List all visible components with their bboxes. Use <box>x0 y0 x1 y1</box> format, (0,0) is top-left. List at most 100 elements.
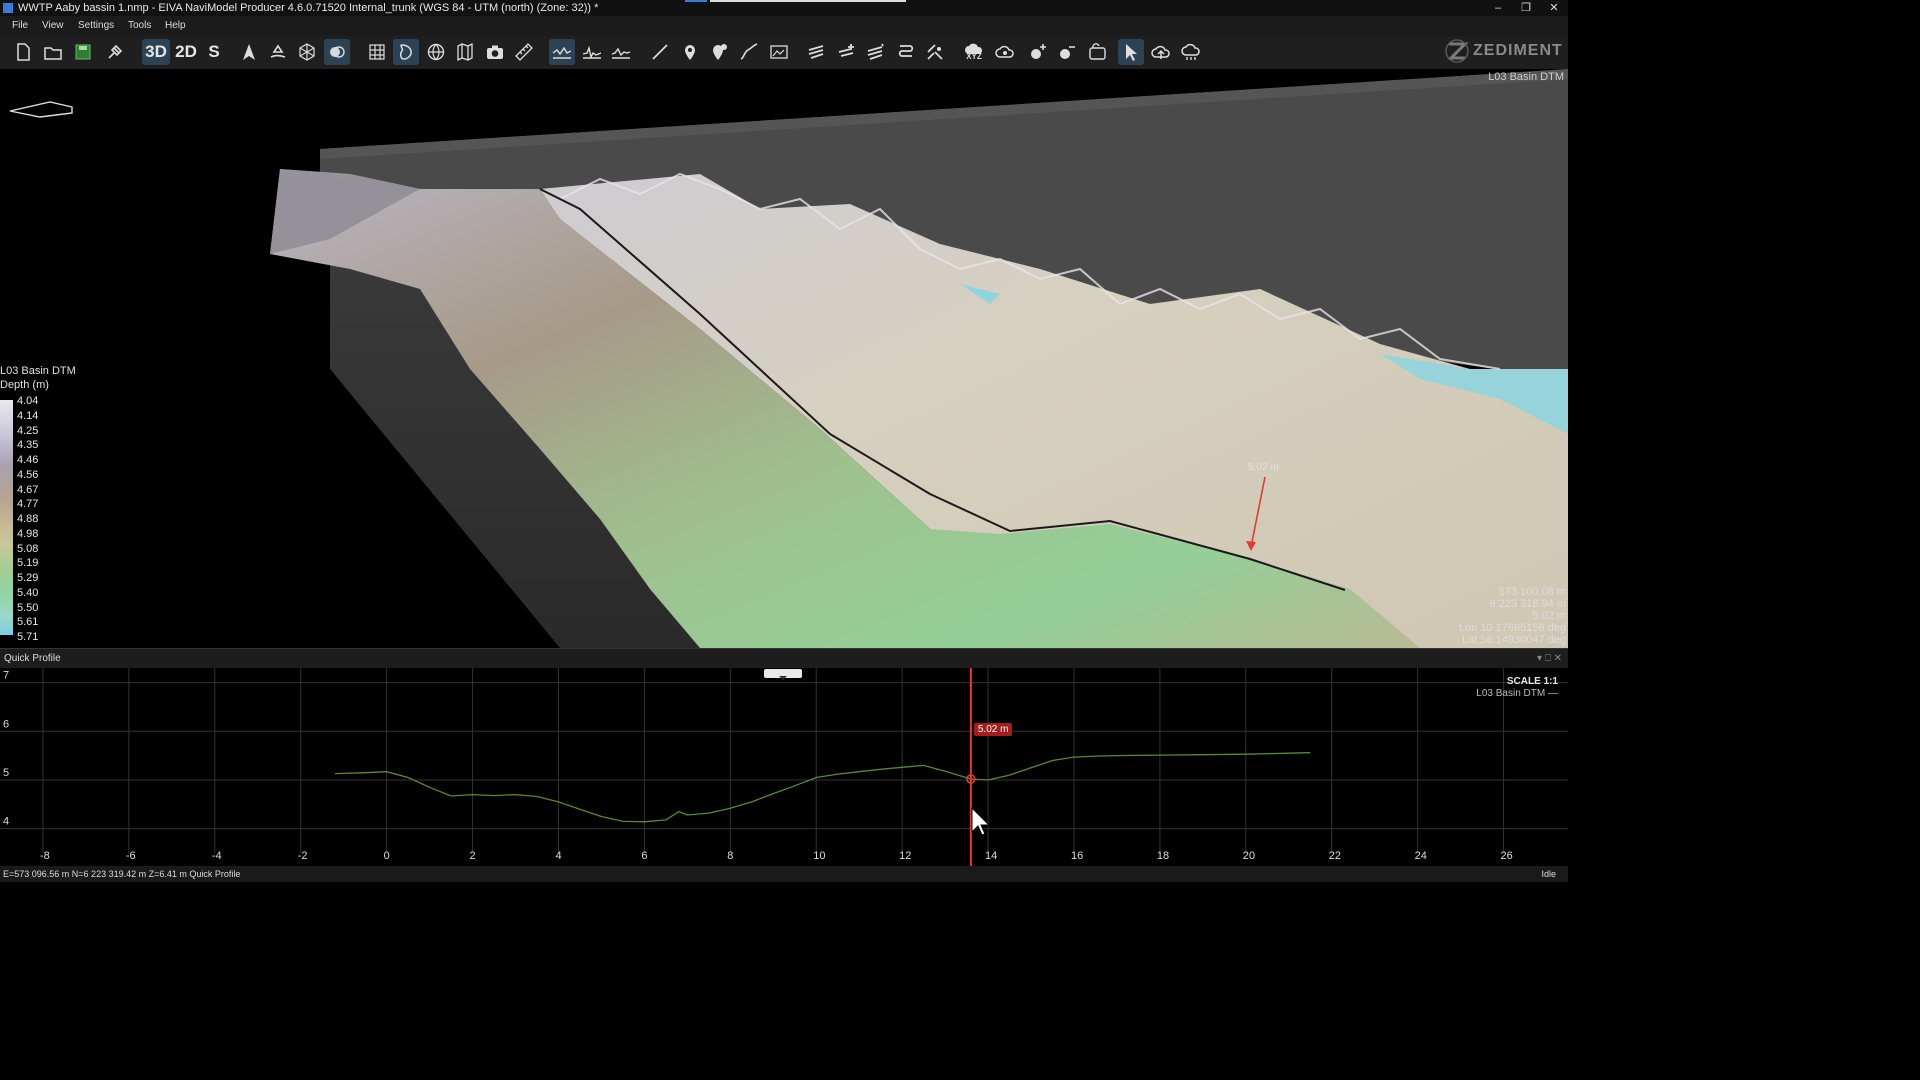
x-tick-label: 12 <box>899 850 911 862</box>
cloud-process-button[interactable] <box>992 39 1018 65</box>
layers-icon <box>330 46 345 58</box>
window-title: WWTP Aaby bassin 1.nmp - EIVA NaviModel … <box>18 2 599 14</box>
mouse-cursor-icon <box>971 806 990 836</box>
globe-button[interactable] <box>423 39 449 65</box>
ruler-icon <box>515 43 533 61</box>
menu-help[interactable]: Help <box>165 16 186 36</box>
chart-map-button[interactable] <box>452 39 478 65</box>
legend-tick: 4.25 <box>17 424 39 437</box>
profile-button[interactable] <box>549 39 575 65</box>
folder-icon <box>44 47 62 60</box>
point-tool-button[interactable] <box>677 39 703 65</box>
save-button[interactable] <box>70 39 96 65</box>
menu-file[interactable]: File <box>12 16 28 36</box>
legend-colorbar <box>0 400 13 635</box>
x-tick-label: 26 <box>1501 850 1513 862</box>
cloud-upload-button[interactable] <box>1148 39 1174 65</box>
legend-tick: 4.14 <box>17 409 39 422</box>
new-file-icon <box>17 43 30 61</box>
x-tick-label: 18 <box>1157 850 1169 862</box>
profile-compare-button[interactable] <box>608 39 634 65</box>
cloud-settings-button[interactable] <box>1178 39 1204 65</box>
menu-bar: File View Settings Tools Help <box>0 16 1568 36</box>
legend-tick: 5.50 <box>17 601 39 614</box>
cube-icon <box>299 43 315 61</box>
remove-point-button[interactable] <box>1054 39 1080 65</box>
xyz-export-button[interactable]: XYZ <box>961 39 987 65</box>
minimize-button[interactable]: – <box>1486 0 1510 16</box>
orientation-indicator-icon <box>9 101 73 118</box>
mode-3d-button[interactable]: 3D <box>142 39 170 65</box>
area-button[interactable] <box>766 39 792 65</box>
select-pointer-button[interactable] <box>1118 39 1144 65</box>
edit-scatter-icon <box>927 44 943 60</box>
menu-view[interactable]: View <box>42 16 64 36</box>
north-arrow-icon <box>243 44 255 60</box>
coord-lon: Lon 10.17665156 deg <box>1458 622 1566 634</box>
map-shape-icon <box>399 44 412 60</box>
app-icon <box>3 3 13 13</box>
menu-tools[interactable]: Tools <box>128 16 151 36</box>
legend-tick: 4.35 <box>17 439 39 452</box>
surface-light-button[interactable] <box>265 39 291 65</box>
edit-stroke-icon <box>808 45 824 59</box>
open-file-button[interactable] <box>40 39 66 65</box>
panel-controls[interactable]: ▾ ⎕ ✕ <box>1537 649 1562 669</box>
status-coordinates: E=573 096.56 m N=6 223 319.42 m Z=6.41 m… <box>3 869 241 879</box>
legend-subtitle: Depth (m) <box>0 379 49 391</box>
mode-2d-button[interactable]: 2D <box>172 39 200 65</box>
quick-profile-panel[interactable]: -8 -6 -4 -2 0 2 4 6 8 10 12 14 16 18 20 22 24 26 4567 5.0… <box>0 668 1568 866</box>
viewport-layer-label: L03 Basin DTM <box>1488 71 1564 83</box>
new-file-button[interactable] <box>10 39 36 65</box>
quick-profile-title: Quick Profile <box>4 653 61 664</box>
edit-tool-2-button[interactable] <box>834 39 860 65</box>
add-point-button[interactable] <box>1025 39 1051 65</box>
remove-dot-icon <box>1060 46 1075 59</box>
legend-tick: 5.71 <box>17 631 39 643</box>
grid-button[interactable] <box>364 39 390 65</box>
screenshot-button[interactable] <box>482 39 508 65</box>
profile-layer-label: L03 Basin DTM — <box>1476 688 1558 699</box>
terrain-render <box>9 69 1568 648</box>
quick-profile-header: Quick Profile ▾ ⎕ ✕ <box>0 648 1568 668</box>
connect-button[interactable] <box>102 39 128 65</box>
edit-tool-3-button[interactable] <box>863 39 889 65</box>
y-tick-label: 7 <box>3 670 9 682</box>
legend-tick: 5.40 <box>17 586 39 599</box>
zediment-logo-icon <box>1445 39 1469 63</box>
coordinate-readout: 573 100.08 m 6 223 318.94 m 5.02 m Lon 1… <box>1459 586 1566 646</box>
3d-viewport[interactable]: 5.02 m L03 Basin DTM L03 Basin DTM Depth… <box>0 69 1568 648</box>
cloud-box-icon <box>1089 43 1106 60</box>
x-tick-label: -4 <box>212 850 222 862</box>
collapse-toggle-button[interactable] <box>764 669 802 680</box>
edit-tool-4-button[interactable] <box>893 39 919 65</box>
title-progress-accent <box>685 0 707 2</box>
edit-tool-1-button[interactable] <box>804 39 830 65</box>
restore-button[interactable]: ❐ <box>1514 0 1538 16</box>
title-progress-bar <box>710 0 906 2</box>
add-dot-icon <box>1031 44 1046 59</box>
north-arrow-button[interactable] <box>236 39 262 65</box>
profile-chart: -8 -6 -4 -2 0 2 4 6 8 10 12 14 16 18 20 22 24 26 4567 <box>0 668 1568 866</box>
menu-settings[interactable]: Settings <box>78 16 114 36</box>
edit-tool-5-button[interactable] <box>922 39 948 65</box>
coastline-button[interactable] <box>393 39 419 65</box>
pin-remove-button[interactable] <box>706 39 732 65</box>
profile-spikes-button[interactable] <box>579 39 605 65</box>
cloud-box-button[interactable] <box>1084 39 1110 65</box>
y-tick-label: 4 <box>3 816 9 828</box>
ruler-button[interactable] <box>511 39 537 65</box>
wireframe-button[interactable] <box>294 39 320 65</box>
polyline-icon <box>740 43 758 60</box>
polyline-button[interactable] <box>736 39 762 65</box>
legend-tick: 4.77 <box>17 498 39 511</box>
legend-title: L03 Basin DTM <box>0 365 76 377</box>
legend-tick: 4.56 <box>17 468 39 481</box>
mode-s-button[interactable]: S <box>202 39 226 65</box>
layers-button[interactable] <box>324 39 350 65</box>
close-button[interactable]: ✕ <box>1542 0 1566 16</box>
plug-icon <box>108 44 123 59</box>
legend-tick: 4.98 <box>17 527 39 540</box>
line-tool-button[interactable] <box>647 39 673 65</box>
coord-lat: Lat 56.14930047 deg <box>1462 634 1566 646</box>
